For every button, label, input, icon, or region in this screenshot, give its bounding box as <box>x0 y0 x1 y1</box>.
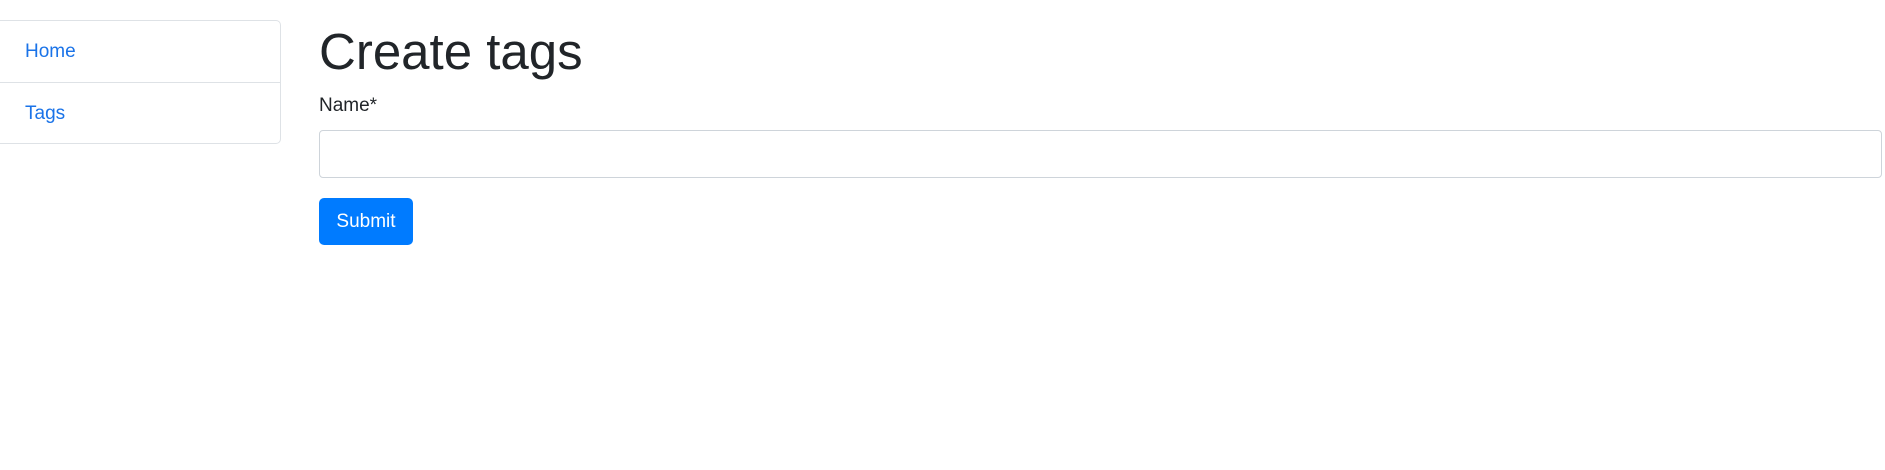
name-label: Name* <box>319 95 378 116</box>
page-title: Create tags <box>319 23 583 80</box>
sidebar: Home Tags <box>0 20 281 144</box>
submit-button[interactable]: Submit <box>319 198 413 245</box>
name-input[interactable] <box>319 130 1882 178</box>
sidebar-item-tags[interactable]: Tags <box>0 82 280 143</box>
sidebar-item-home[interactable]: Home <box>0 21 280 82</box>
